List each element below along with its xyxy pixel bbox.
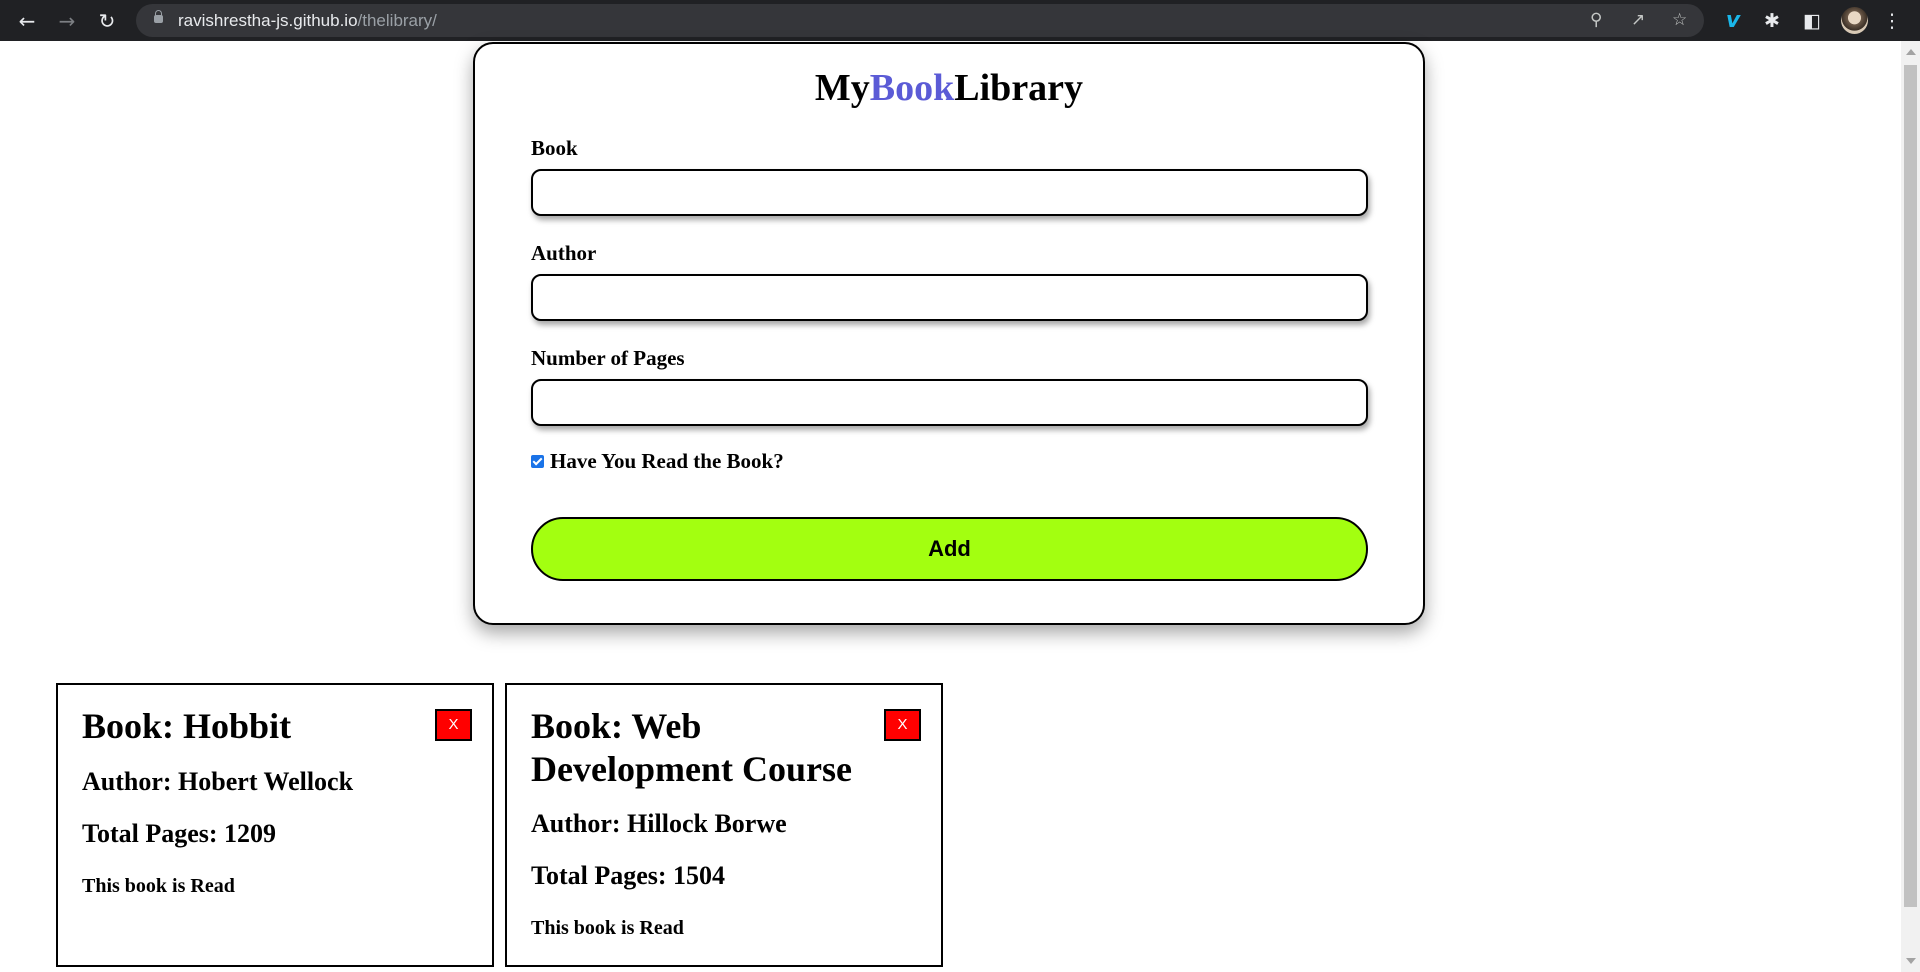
- url-text[interactable]: ravishrestha-js.github.io/thelibrary/: [178, 4, 437, 37]
- vimeo-icon[interactable]: v: [1718, 6, 1748, 36]
- author-label: Author: [531, 241, 597, 265]
- zoom-icon[interactable]: ⚲: [1590, 4, 1602, 37]
- add-button[interactable]: Add: [531, 517, 1368, 581]
- forward-icon[interactable]: →: [52, 6, 82, 36]
- menu-icon[interactable]: ⋮: [1877, 6, 1907, 36]
- book-read-status: This book is Read: [531, 917, 684, 939]
- author-input[interactable]: [531, 274, 1368, 321]
- delete-book-button[interactable]: X: [435, 709, 472, 741]
- address-bar[interactable]: ravishrestha-js.github.io/thelibrary/ ⚲ …: [136, 4, 1704, 37]
- pages-label: Number of Pages: [531, 346, 685, 370]
- book-read-status: This book is Read: [82, 875, 235, 897]
- delete-book-button[interactable]: X: [884, 709, 921, 741]
- book-pages: Total Pages: 1209: [82, 819, 277, 848]
- book-author: Author: Hobert Wellock: [82, 767, 354, 796]
- lock-icon[interactable]: [154, 10, 163, 23]
- book-input[interactable]: [531, 169, 1368, 216]
- book-label: Book: [531, 136, 578, 160]
- book-card: Book: Web Development Course X Author: H…: [505, 683, 943, 967]
- book-author: Author: Hillock Borwe: [531, 809, 787, 838]
- book-card: Book: Hobbit X Author: Hobert Wellock To…: [56, 683, 494, 967]
- book-pages: Total Pages: 1504: [531, 861, 726, 890]
- read-checkbox-row[interactable]: Have You Read the Book?: [531, 449, 784, 474]
- read-checkbox[interactable]: [531, 455, 544, 468]
- sidepanel-icon[interactable]: ◧: [1797, 6, 1827, 36]
- scroll-down-icon[interactable]: [1906, 958, 1916, 964]
- read-checkbox-label[interactable]: Have You Read the Book?: [550, 449, 784, 474]
- avatar[interactable]: [1841, 7, 1868, 34]
- book-title: Book: Hobbit: [82, 706, 292, 746]
- scroll-up-icon[interactable]: [1906, 49, 1916, 55]
- extensions-icon[interactable]: ✱: [1757, 6, 1787, 36]
- pages-input[interactable]: [531, 379, 1368, 426]
- page-title: MyBookLibrary: [814, 67, 1084, 109]
- add-book-form: MyBookLibrary Book Author Number of Page…: [473, 42, 1425, 625]
- star-icon[interactable]: ☆: [1672, 4, 1687, 37]
- browser-toolbar: ← → ↻ ravishrestha-js.github.io/thelibra…: [0, 0, 1920, 41]
- page-scrollbar[interactable]: [1901, 41, 1920, 972]
- book-title: Book: Web Development Course: [531, 706, 852, 789]
- back-icon[interactable]: ←: [12, 6, 42, 36]
- share-icon[interactable]: ↗: [1631, 4, 1645, 37]
- reload-icon[interactable]: ↻: [92, 6, 122, 36]
- scroll-thumb[interactable]: [1904, 65, 1917, 907]
